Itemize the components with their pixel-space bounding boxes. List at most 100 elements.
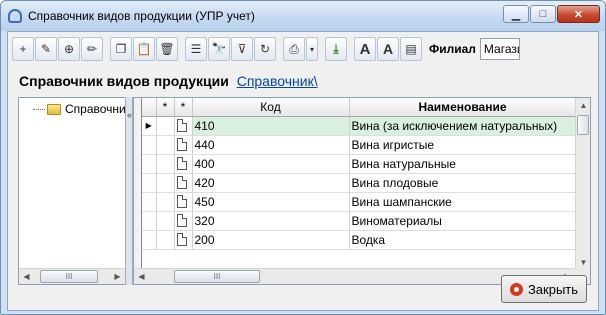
minimize-button[interactable]: ▁ (503, 5, 529, 23)
paste-button[interactable]: 📋 (133, 37, 155, 61)
search-button[interactable]: 🔭 (208, 37, 230, 61)
edit-icon: ✎ (40, 42, 52, 56)
document-icon (176, 232, 187, 246)
scroll-left-icon[interactable]: ◀ (19, 269, 34, 284)
filter-button[interactable]: ⊽ (231, 37, 253, 61)
close-button[interactable]: Закрыть (501, 275, 587, 303)
table-row[interactable]: 320 Виноматериалы (142, 211, 577, 231)
folder-icon (47, 103, 61, 115)
page-title: Справочник видов продукции (19, 73, 229, 89)
cell-name[interactable]: Вина плодовые (349, 173, 577, 193)
font-decrease-icon: A (382, 41, 394, 57)
grid-table: * * Код Наименование ▶ 410 Вина (за искл… (142, 98, 577, 250)
cell-code[interactable]: 410 (192, 116, 350, 136)
scroll-thumb[interactable]: III (40, 270, 98, 283)
cell-code[interactable]: 200 (192, 230, 350, 250)
table-row[interactable]: 200 Водка (142, 230, 577, 250)
vertical-scroll-thumb[interactable] (577, 115, 589, 135)
cell-name[interactable]: Вина игристые (349, 135, 577, 155)
add-button[interactable]: + (12, 37, 34, 61)
copy-icon: ❐ (115, 42, 127, 56)
font-decrease-button[interactable]: A (377, 37, 399, 61)
table-row[interactable]: ▶ 410 Вина (за исключением натуральных) (142, 116, 577, 136)
tree-node-root[interactable]: Справочник (33, 102, 131, 116)
list-view-icon: ☰ (190, 42, 202, 56)
window-title: Справочник видов продукции (УПР учет) (28, 9, 255, 23)
print-icon: ⎙ (289, 41, 299, 56)
document-icon (176, 194, 187, 208)
window-controls: ▁ □ ✕ (503, 5, 600, 23)
app-icon (8, 9, 22, 23)
add-copy-button[interactable]: ⊕ (58, 37, 80, 61)
table-row[interactable]: 420 Вина плодовые (142, 173, 577, 193)
current-row-marker: ▶ (142, 116, 157, 136)
filial-field[interactable]: Магазин (479, 38, 520, 60)
tree-horizontal-scrollbar[interactable]: ◀ III ▶ (19, 268, 125, 284)
close-window-button[interactable]: ✕ (557, 5, 600, 23)
maximize-button[interactable]: □ (530, 5, 556, 23)
cell-name[interactable]: Виноматериалы (349, 211, 577, 231)
app-window: Справочник видов продукции (УПР учет) ▁ … (0, 0, 606, 315)
panel-splitter[interactable]: « (125, 97, 133, 285)
scroll-left-icon[interactable]: ◀ (134, 269, 149, 284)
grid-header-row: * * Код Наименование (142, 98, 577, 117)
cell-name[interactable]: Водка (349, 230, 577, 250)
marker-column-header (142, 98, 157, 117)
filial-label: Филиал (429, 42, 476, 56)
cell-code[interactable]: 320 (192, 211, 350, 231)
breadcrumb-link[interactable]: Справочник\ (237, 73, 318, 89)
pencil-icon: ✏ (86, 42, 98, 56)
document-icon (176, 156, 187, 170)
column-header-name[interactable]: Наименование (349, 98, 577, 117)
data-grid: * * Код Наименование ▶ 410 Вина (за искл… (133, 97, 591, 285)
cell-code[interactable]: 440 (192, 135, 350, 155)
chevron-down-icon: ▾ (309, 44, 314, 54)
column-header-star-2[interactable]: * (174, 98, 193, 117)
cell-code[interactable]: 420 (192, 173, 350, 193)
binoculars-icon: 🔭 (211, 42, 227, 56)
cell-code[interactable]: 400 (192, 154, 350, 174)
column-header-code[interactable]: Код (192, 98, 350, 117)
export-button[interactable]: ⤓ (325, 37, 347, 61)
delete-icon: 🗑 (159, 42, 175, 56)
cell-name[interactable]: Вина натуральные (349, 154, 577, 174)
list-view-button[interactable]: ☰ (185, 37, 207, 61)
refresh-icon: ↻ (259, 42, 271, 56)
title-bar: Справочник видов продукции (УПР учет) ▁ … (1, 1, 605, 31)
pencil-button[interactable]: ✏ (81, 37, 103, 61)
export-icon: ⤓ (333, 41, 339, 56)
collapse-icon[interactable]: « (127, 110, 132, 120)
refresh-button[interactable]: ↻ (254, 37, 276, 61)
paste-icon: 📋 (136, 42, 152, 56)
row-indicator-column (134, 98, 142, 270)
font-increase-button[interactable]: A (354, 37, 376, 61)
document-icon (176, 213, 187, 227)
document-icon (176, 118, 187, 132)
document-icon (176, 137, 187, 151)
grid-vertical-scrollbar[interactable]: ▲ ▼ (575, 98, 590, 270)
cell-name[interactable]: Вина (за исключением натуральных) (349, 116, 577, 136)
table-row[interactable]: 450 Вина шампанские (142, 192, 577, 212)
scroll-up-icon[interactable]: ▲ (576, 98, 590, 113)
print-button[interactable]: ⎙ (283, 37, 305, 61)
page-heading: Справочник видов продукции Справочник\ (19, 73, 318, 89)
table-row[interactable]: 400 Вина натуральные (142, 154, 577, 174)
toolbar: + ✎ ⊕ ✏ ❐ 📋 🗑 ☰ 🔭 ⊽ ↻ ⎙ ▾ ⤓ A A ▤ Филиал… (12, 35, 520, 63)
copy-button[interactable]: ❐ (110, 37, 132, 61)
client-area: + ✎ ⊕ ✏ ❐ 📋 🗑 ☰ 🔭 ⊽ ↻ ⎙ ▾ ⤓ A A ▤ Филиал… (7, 31, 599, 311)
cell-code[interactable]: 450 (192, 192, 350, 212)
scroll-thumb[interactable]: III (174, 270, 260, 283)
column-header-star-1[interactable]: * (156, 98, 175, 117)
scroll-right-icon[interactable]: ▶ (110, 269, 125, 284)
add-copy-icon: ⊕ (63, 42, 75, 56)
tree-panel: Справочник ◀ III ▶ (18, 97, 131, 285)
settings-button[interactable]: ▤ (400, 37, 422, 61)
edit-button[interactable]: ✎ (35, 37, 57, 61)
cell-name[interactable]: Вина шампанские (349, 192, 577, 212)
delete-button[interactable]: 🗑 (156, 37, 178, 61)
add-icon: + (19, 42, 27, 56)
table-row[interactable]: 440 Вина игристые (142, 135, 577, 155)
print-dropdown-button[interactable]: ▾ (306, 37, 318, 61)
font-increase-icon: A (359, 40, 371, 58)
filter-icon: ⊽ (237, 42, 247, 56)
